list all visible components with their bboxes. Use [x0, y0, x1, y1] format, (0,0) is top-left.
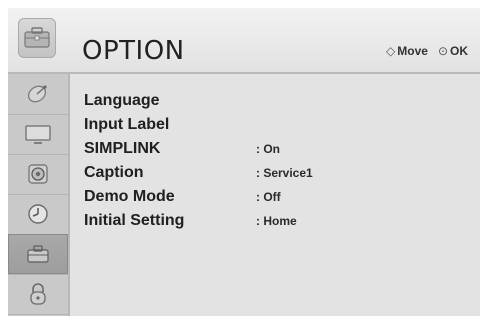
- menu-item-simplink[interactable]: SIMPLINK : On: [84, 140, 474, 162]
- menu-item-initial-setting[interactable]: Initial Setting : Home: [84, 212, 474, 234]
- speaker-icon: [28, 164, 48, 184]
- tv-menu-window: OPTION ◇ Move ⊙ OK Language Input Label …: [8, 8, 480, 316]
- move-hint-label: Move: [397, 44, 428, 58]
- sidebar-item-audio[interactable]: [8, 154, 68, 195]
- menu-item-label: Caption: [84, 164, 144, 181]
- category-sidebar: [8, 74, 70, 316]
- menu-item-value: : Off: [256, 190, 281, 204]
- tv-screen-icon: [25, 125, 51, 144]
- menu-item-demo-mode[interactable]: Demo Mode : Off: [84, 188, 474, 210]
- clock-icon: [28, 204, 48, 224]
- menu-item-language[interactable]: Language: [84, 92, 474, 114]
- menu-content: Language Input Label SIMPLINK : On Capti…: [70, 74, 480, 316]
- menu-item-label: Initial Setting: [84, 212, 185, 229]
- option-toolbox-icon: [18, 18, 56, 58]
- sidebar-item-option[interactable]: [8, 234, 68, 275]
- move-arrows-icon: ◇: [386, 44, 396, 58]
- menu-item-label: Input Label: [84, 116, 170, 133]
- menu-item-value: : Home: [256, 214, 297, 228]
- menu-header: OPTION ◇ Move ⊙ OK: [8, 8, 480, 74]
- sidebar-item-picture[interactable]: [8, 114, 68, 155]
- menu-item-input-label[interactable]: Input Label: [84, 116, 474, 138]
- sidebar-item-channel[interactable]: [8, 74, 68, 115]
- lock-icon: [30, 283, 46, 305]
- menu-item-value: : Service1: [256, 166, 313, 180]
- page-title: OPTION: [82, 36, 185, 66]
- ok-button-icon: ⊙: [437, 44, 448, 58]
- menu-item-label: Language: [84, 92, 160, 109]
- menu-item-label: Demo Mode: [84, 188, 175, 205]
- navigation-hint: ◇ Move ⊙ OK: [386, 44, 468, 58]
- satellite-dish-icon: [27, 85, 47, 103]
- sidebar-item-time[interactable]: [8, 194, 68, 235]
- menu-item-label: SIMPLINK: [84, 140, 161, 157]
- ok-hint-label: OK: [450, 44, 468, 58]
- toolbox-icon: [27, 245, 49, 263]
- menu-item-caption[interactable]: Caption : Service1: [84, 164, 474, 186]
- menu-item-value: : On: [256, 142, 280, 156]
- sidebar-item-lock[interactable]: [8, 274, 68, 315]
